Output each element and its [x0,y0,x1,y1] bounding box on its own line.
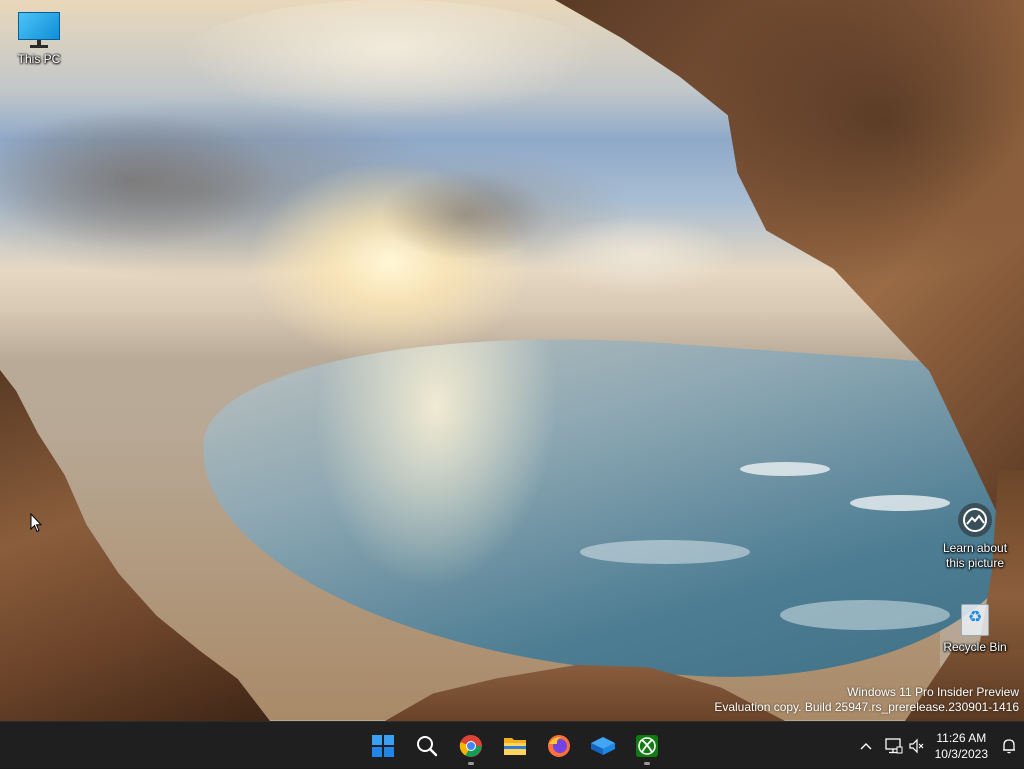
taskbar-box-button[interactable] [581,724,625,768]
firefox-icon [548,734,570,757]
wallpaper-cloud [380,170,550,260]
taskbar-file-explorer-button[interactable] [493,724,537,768]
xbox-icon [636,734,658,757]
notifications-button[interactable] [994,722,1024,769]
wallpaper-cloud [180,0,600,120]
wallpaper-wave [580,540,750,564]
chrome-icon [459,734,482,757]
box-app-icon [591,736,615,755]
desktop-icon-label: Recycle Bin [943,640,1007,654]
wallpaper-wave [780,600,950,630]
windows-watermark: Windows 11 Pro Insider Preview Evaluatio… [714,685,1019,715]
taskbar-start-button[interactable] [361,724,405,768]
volume-muted-icon [909,738,924,753]
wallpaper-cloud [540,215,740,295]
show-hidden-icons-button[interactable] [851,722,881,769]
system-tray: 11:26 AM 10/3/2023 [851,722,1024,769]
mouse-pointer-icon [30,512,43,538]
taskbar-chrome-button[interactable] [449,724,493,768]
notification-bell-icon [1003,738,1015,753]
desktop-icon-learn-about-picture[interactable]: Learn about this picture [937,503,1013,571]
watermark-edition: Windows 11 Pro Insider Preview [847,685,1019,699]
learn-picture-icon [958,503,992,537]
file-explorer-icon [504,737,526,755]
wallpaper-wave [740,462,830,476]
network-icon [884,737,903,753]
desktop-icon-this-pc[interactable]: This PC [1,12,77,67]
windows-start-icon [372,734,394,757]
taskbar-search-button[interactable] [405,724,449,768]
desktop-icon-label: Learn about this picture [942,541,1008,570]
this-pc-icon [18,12,60,50]
desktop-icon-label: This PC [17,52,61,66]
clock-date: 10/3/2023 [934,746,988,761]
running-indicator [468,761,474,765]
network-volume-button[interactable] [881,722,929,769]
desktop-wallpaper: This PC Learn about this picture ♻ Recyc… [0,0,1024,721]
taskbar-xbox-button[interactable] [625,724,669,768]
taskbar-clock[interactable]: 11:26 AM 10/3/2023 [929,730,994,762]
watermark-build: Evaluation copy. Build 25947.rs_prerelea… [714,700,1019,714]
search-icon [417,735,438,756]
taskbar-apps [361,722,669,769]
chevron-up-icon [860,742,872,749]
taskbar-firefox-button[interactable] [537,724,581,768]
wallpaper-wave [850,495,950,511]
desktop-icon-recycle-bin[interactable]: ♻ Recycle Bin [937,600,1013,655]
taskbar: 11:26 AM 10/3/2023 [0,721,1024,768]
wallpaper-cloud [0,110,280,250]
running-indicator [644,761,650,765]
recycle-bin-icon: ♻ [957,600,993,638]
clock-time: 11:26 AM [936,730,987,745]
